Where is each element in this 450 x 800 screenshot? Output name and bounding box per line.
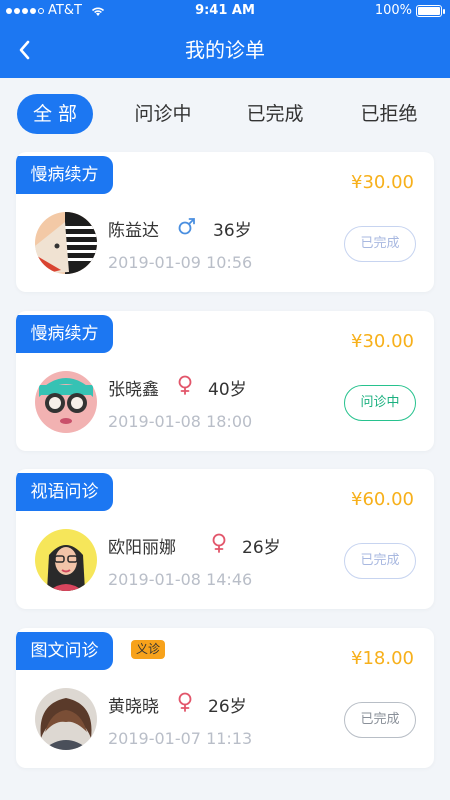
patient-name: 黄晓晓 <box>108 697 159 717</box>
female-icon <box>178 375 192 395</box>
tab-completed[interactable]: 已完成 <box>236 94 314 134</box>
nav-bar: 我的诊单 <box>0 22 450 78</box>
tab-in-progress[interactable]: 问诊中 <box>124 94 202 134</box>
order-card[interactable]: 视语问诊 ¥60.00 欧阳丽娜 26岁 2019-01-08 14:46 已完… <box>16 469 434 609</box>
patient-age: 36岁 <box>213 221 252 241</box>
order-price: ¥30.00 <box>351 331 414 352</box>
tab-rejected[interactable]: 已拒绝 <box>350 94 428 134</box>
order-card[interactable]: 图文问诊 义诊 ¥18.00 黄晓晓 26岁 2019-01-07 11:13 … <box>16 628 434 768</box>
avatar <box>35 371 97 433</box>
order-price: ¥18.00 <box>351 648 414 669</box>
female-icon <box>178 692 192 712</box>
order-card[interactable]: 慢病续方 ¥30.00 张晓鑫 40岁 2019-01-08 18:00 问诊中 <box>16 311 434 451</box>
tab-all[interactable]: 全部 <box>17 94 93 134</box>
consult-type-label: 图文问诊 <box>16 632 113 670</box>
patient-name: 陈益达 <box>108 221 159 241</box>
avatar <box>35 529 97 591</box>
patient-name: 欧阳丽娜 <box>108 538 176 558</box>
consult-type-label: 慢病续方 <box>16 156 113 194</box>
order-date: 2019-01-08 18:00 <box>108 412 253 431</box>
patient-name: 张晓鑫 <box>108 380 159 400</box>
avatar <box>35 212 97 274</box>
battery-percent: 100% <box>374 3 412 18</box>
female-icon <box>212 533 226 553</box>
status-completed-button[interactable]: 已完成 <box>344 543 416 579</box>
status-completed-button[interactable]: 已完成 <box>344 226 416 262</box>
patient-age: 40岁 <box>208 380 247 400</box>
free-consult-badge: 义诊 <box>131 640 166 659</box>
status-bar: AT&T 9:41 AM 100% <box>0 0 450 22</box>
order-date: 2019-01-08 14:46 <box>108 570 253 589</box>
consult-type-label: 慢病续方 <box>16 315 113 353</box>
order-price: ¥30.00 <box>351 172 414 193</box>
status-completed-button[interactable]: 已完成 <box>344 702 416 738</box>
filter-tabs: 全部 问诊中 已完成 已拒绝 <box>0 94 450 134</box>
consult-type-label: 视语问诊 <box>16 473 113 511</box>
male-icon <box>178 218 195 235</box>
battery-group: 100% <box>374 3 445 18</box>
patient-age: 26岁 <box>208 697 247 717</box>
order-price: ¥60.00 <box>351 489 414 510</box>
avatar <box>35 688 97 750</box>
order-date: 2019-01-09 10:56 <box>108 253 253 272</box>
order-card[interactable]: 慢病续方 ¥30.00 陈益达 36岁 2019-01-09 10:56 已完成 <box>16 152 434 292</box>
battery-icon <box>416 4 445 17</box>
order-date: 2019-01-07 11:13 <box>108 729 253 748</box>
patient-age: 26岁 <box>242 538 281 558</box>
page-title: 我的诊单 <box>185 38 265 62</box>
status-in-progress-button[interactable]: 问诊中 <box>344 385 416 421</box>
